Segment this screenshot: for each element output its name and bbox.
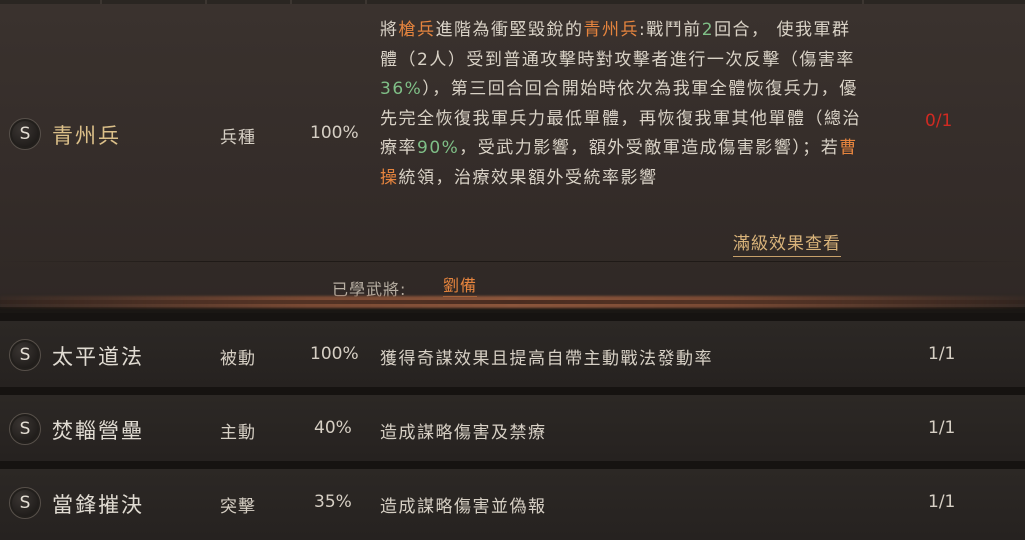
tactic-count: 1/1 bbox=[928, 492, 956, 512]
s-grade-badge: S bbox=[9, 413, 41, 445]
expanded-tactic-card[interactable]: S 青州兵 兵種 100% 將槍兵進階為衝堅毀銳的青州兵:戰鬥前2回合， 使我軍… bbox=[0, 4, 1025, 307]
description-highlight: 槍兵 bbox=[398, 20, 436, 40]
description-highlight: 2 bbox=[701, 20, 715, 40]
tactic-rate: 35% bbox=[314, 492, 352, 512]
tactic-count: 1/1 bbox=[928, 418, 956, 438]
description-text: ，受武力影響，額外受敵軍造成傷害影響）；若 bbox=[459, 138, 840, 158]
tactic-count: 1/1 bbox=[928, 344, 956, 364]
row-separator bbox=[0, 313, 1025, 321]
tactic-description: 將槍兵進階為衝堅毀銳的青州兵:戰鬥前2回合， 使我軍群體（2人）受到普通攻擊時對… bbox=[380, 16, 865, 193]
tactic-rate: 40% bbox=[314, 418, 352, 438]
tactic-type: 兵種 bbox=[220, 128, 256, 148]
learned-general-link[interactable]: 劉備 bbox=[443, 276, 478, 297]
tactic-rate: 100% bbox=[310, 344, 359, 364]
description-text: 進階為衝堅毀銳的 bbox=[435, 20, 584, 40]
tactic-row[interactable]: S 焚輜營壘 主動 40% 造成謀略傷害及禁療 1/1 bbox=[0, 395, 1025, 461]
row-separator bbox=[0, 387, 1025, 395]
tactic-description: 造成謀略傷害及禁療 bbox=[380, 423, 547, 443]
tactic-description: 獲得奇謀效果且提高自帶主動戰法發動率 bbox=[380, 349, 713, 369]
description-highlight: 36% bbox=[380, 79, 423, 99]
tactic-type: 突擊 bbox=[220, 497, 256, 517]
tactic-name: 青州兵 bbox=[52, 124, 121, 148]
s-grade-badge: S bbox=[9, 339, 41, 371]
card-edge-shadow bbox=[0, 300, 1025, 304]
tactic-description: 造成謀略傷害並偽報 bbox=[380, 497, 547, 517]
tactic-name: 當鋒摧決 bbox=[52, 493, 144, 517]
tactic-type: 主動 bbox=[220, 423, 256, 443]
full-effect-link[interactable]: 滿級效果查看 bbox=[733, 233, 841, 257]
description-highlight: 90% bbox=[417, 138, 460, 158]
tactic-name: 焚輜營壘 bbox=[52, 419, 144, 443]
tactics-list-panel: S 青州兵 兵種 100% 將槍兵進階為衝堅毀銳的青州兵:戰鬥前2回合， 使我軍… bbox=[0, 0, 1025, 540]
description-highlight: 青州兵 bbox=[583, 20, 639, 40]
tactic-name: 太平道法 bbox=[52, 345, 144, 369]
description-text: :戰鬥前 bbox=[639, 20, 702, 40]
tactic-type: 被動 bbox=[220, 349, 256, 369]
s-grade-badge: S bbox=[9, 487, 41, 519]
description-text: 將 bbox=[380, 20, 399, 40]
s-grade-badge: S bbox=[9, 118, 41, 150]
tactic-row[interactable]: S 太平道法 被動 100% 獲得奇謀效果且提高自帶主動戰法發動率 1/1 bbox=[0, 321, 1025, 387]
row-separator bbox=[0, 461, 1025, 469]
divider bbox=[0, 261, 1025, 262]
tactic-row[interactable]: S 當鋒摧決 突擊 35% 造成謀略傷害並偽報 1/1 bbox=[0, 469, 1025, 540]
description-text: 統領，治療效果額外受統率影響 bbox=[398, 167, 658, 188]
tactic-count: 0/1 bbox=[925, 111, 953, 131]
tactic-rate: 100% bbox=[310, 123, 359, 143]
